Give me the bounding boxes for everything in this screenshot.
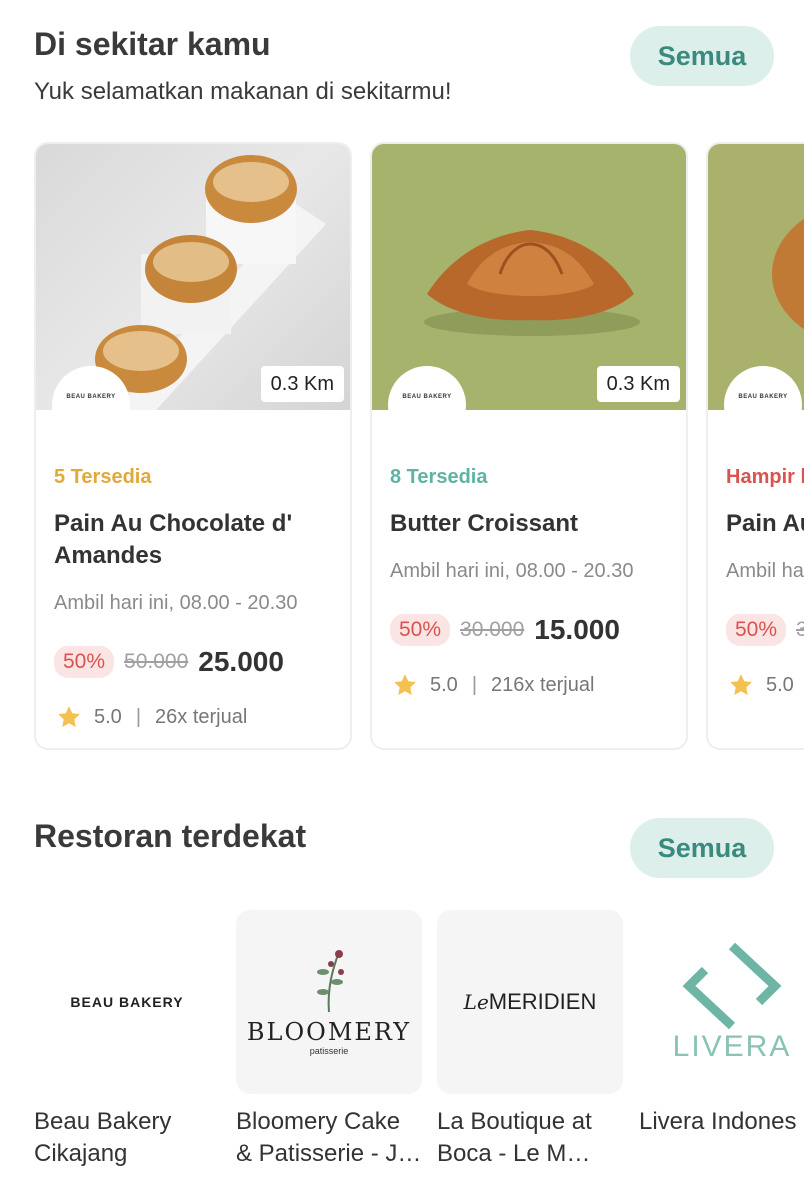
separator: |: [135, 705, 142, 728]
star-icon: [58, 706, 80, 727]
price-row: 50% 3: [726, 614, 804, 646]
restaurant-name: Livera Indones: [639, 1108, 797, 1135]
product-name: Butter Croissant: [390, 510, 579, 537]
old-price: 50.000: [124, 650, 189, 673]
rating-row: 5.0 | 26x terjual: [56, 704, 247, 730]
price-row: 50% 30.000 15.000: [390, 614, 620, 646]
availability-label: Hampir h: [726, 466, 804, 488]
product-name: Pain Au: [726, 510, 804, 537]
restaurant-item-le-meridien[interactable]: Le MERIDIEN La Boutique at Boca - Le M…: [437, 910, 623, 1170]
new-price: 15.000: [534, 614, 620, 645]
pickup-time: Ambil ha: [726, 560, 804, 582]
new-price: 25.000: [198, 646, 284, 677]
restaurant-name: Beau Bakery Cikajang: [34, 1108, 172, 1167]
star-icon: [730, 674, 752, 695]
restaurant-name: Bloomery Cake & Patisserie - J…: [236, 1108, 422, 1167]
restaurants-section-title: Restoran terdekat: [34, 818, 307, 854]
store-logo: BEAU BAKERY: [52, 366, 130, 444]
restaurant-logo-text: MERIDIEN: [488, 989, 597, 1014]
discount-badge: 50%: [390, 614, 451, 646]
restaurant-logo: Le MERIDIEN: [437, 910, 623, 1094]
old-price: 30.000: [460, 618, 525, 641]
distance-badge: 0.3 Km: [260, 366, 344, 402]
pickup-time: Ambil hari ini, 08.00 - 20.30: [54, 592, 298, 614]
rating-value: 5.0: [766, 673, 794, 696]
nearby-section-title: Di sekitar kamu: [34, 26, 271, 62]
nearby-see-all-button[interactable]: Semua: [630, 26, 774, 86]
availability-label: 5 Tersedia: [54, 466, 152, 488]
restaurant-logo-text: BEAU BAKERY: [70, 994, 184, 1010]
rating-value: 5.0: [430, 673, 458, 696]
discount-badge: 50%: [726, 614, 787, 646]
availability-label: 8 Tersedia: [390, 466, 488, 488]
store-logo: BEAU BAKERY: [724, 366, 802, 444]
distance-badge: 0.3 Km: [596, 366, 680, 402]
product-name: Pain Au Chocolate d' Amandes: [54, 510, 293, 569]
restaurant-logo: BEAU BAKERY: [34, 910, 220, 1094]
restaurant-item-beau-bakery[interactable]: BEAU BAKERY Beau Bakery Cikajang: [34, 910, 220, 1170]
rating-value: 5.0: [94, 705, 122, 728]
livera-diamond-icon: [682, 942, 782, 1030]
restaurant-logo-subtext: patisserie: [309, 1046, 349, 1056]
star-icon: [394, 674, 416, 695]
restaurant-logo-text: BLOOMERY: [246, 1018, 412, 1046]
sold-count: 26x terjual: [155, 705, 248, 728]
restaurant-item-bloomery[interactable]: BLOOMERY patisserie Bloomery Cake & Pati…: [236, 910, 422, 1170]
restaurant-item-livera[interactable]: LIVERA Livera Indones: [639, 910, 804, 1138]
pickup-time: Ambil hari ini, 08.00 - 20.30: [390, 560, 634, 582]
restaurant-logo: BLOOMERY patisserie: [236, 910, 422, 1094]
discount-badge: 50%: [54, 646, 115, 678]
separator: |: [471, 673, 478, 696]
store-logo: BEAU BAKERY: [388, 366, 466, 444]
nearby-section-subtitle: Yuk selamatkan makanan di sekitarmu!: [34, 78, 452, 105]
restaurant-logo-text: LIVERA: [672, 1030, 792, 1063]
restaurant-logo: LIVERA: [639, 910, 804, 1094]
restaurant-name: La Boutique at Boca - Le M…: [437, 1108, 592, 1167]
restaurant-logo-prefix: Le: [463, 990, 489, 1014]
sold-count: 216x terjual: [491, 673, 595, 696]
restaurants-see-all-button[interactable]: Semua: [630, 818, 774, 878]
nearby-product-carousel[interactable]: BEAU BAKERY 0.3 Km 5 Tersedia Pain Au Ch…: [34, 142, 804, 752]
product-card-pain-au-chocolate[interactable]: BEAU BAKERY 0.3 Km 5 Tersedia Pain Au Ch…: [34, 142, 352, 750]
product-card-butter-croissant[interactable]: BEAU BAKERY 0.3 Km 8 Tersedia Butter Cro…: [370, 142, 688, 750]
flower-icon: [317, 950, 344, 1013]
restaurant-carousel[interactable]: BEAU BAKERY Beau Bakery Cikajang BLOOMER…: [34, 910, 804, 1180]
price-row: 50% 50.000 25.000: [54, 646, 284, 678]
rating-row: 5.0 | 216x terjual: [392, 672, 594, 698]
old-price: 3: [796, 618, 804, 642]
rating-row: 5.0: [728, 672, 794, 698]
product-card-pain-au-partial[interactable]: BEAU BAKERY Hampir h Pain Au Ambil ha 50…: [706, 142, 804, 750]
